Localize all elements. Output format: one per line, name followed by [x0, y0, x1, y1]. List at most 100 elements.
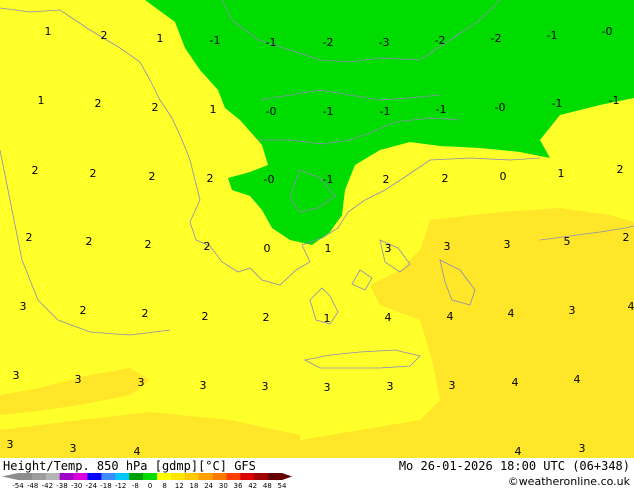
- temperature-label: -1: [547, 29, 558, 42]
- temperature-label: 2: [442, 172, 449, 185]
- colorbar-tick-label: 0: [148, 482, 152, 490]
- temperature-label: -1: [323, 173, 334, 186]
- colorbar-tick-label: -18: [100, 482, 111, 490]
- temperature-label: 4: [628, 300, 634, 313]
- colorbar-swatch: [184, 473, 199, 480]
- colorbar: -54 -48 -42 -38 -30 -24 -18 -12 -8 0 8 12 18 24 30 36 42…: [2, 473, 292, 490]
- temperature-label: 2: [149, 170, 156, 183]
- valid-datetime: Mo 26-01-2026 18:00 UTC (06+348): [398, 459, 630, 473]
- temperature-map: 1 2 1 -1 -1 -2 -3 -2 -2 -1 -0 1 2 2 1 -0 -1 -1 -1 -0 -1 -1 2 2 2…: [0, 0, 634, 458]
- temperature-label: -0: [266, 105, 277, 118]
- temperature-label: 2: [101, 29, 108, 42]
- temperature-label: -1: [210, 34, 221, 47]
- temperature-label: 2: [204, 240, 211, 253]
- temperature-label: 2: [617, 163, 624, 176]
- colorbar-swatch: [59, 473, 74, 480]
- temperature-label: 4: [574, 373, 581, 386]
- colorbar-swatch: [143, 473, 158, 480]
- temperature-label: -1: [266, 36, 277, 49]
- temperature-label: 2: [202, 310, 209, 323]
- credit-link[interactable]: ©weatheronline.co.uk: [508, 475, 630, 488]
- temperature-label: 2: [32, 164, 39, 177]
- temperature-label: -0: [495, 101, 506, 114]
- colorbar-swatch: [87, 473, 102, 480]
- colorbar-tick-label: 8: [162, 482, 166, 490]
- temperature-label: -0: [264, 173, 275, 186]
- colorbar-swatch: [212, 473, 227, 480]
- temperature-label: 2: [145, 238, 152, 251]
- temperature-label: 3: [200, 379, 207, 392]
- temperature-label: 4: [447, 310, 454, 323]
- colorbar-swatch: [115, 473, 130, 480]
- temperature-label: -1: [609, 94, 620, 107]
- temperature-label: 3: [387, 380, 394, 393]
- temperature-label: 1: [558, 167, 565, 180]
- temperature-label: 2: [142, 307, 149, 320]
- temperature-label: 2: [207, 172, 214, 185]
- colorbar-tick-label: -8: [132, 482, 139, 490]
- temperature-label: 3: [20, 300, 27, 313]
- colorbar-swatch: [240, 473, 255, 480]
- temperature-label: 2: [263, 311, 270, 324]
- colorbar-tick-label: 24: [204, 482, 213, 490]
- temperature-label: 2: [383, 173, 390, 186]
- colorbar-swatch: [226, 473, 241, 480]
- colorbar-tick-label: -54: [12, 482, 24, 490]
- colorbar-swatch: [18, 473, 33, 480]
- colorbar-swatch: [31, 473, 47, 480]
- temperature-label: 1: [325, 242, 332, 255]
- colorbar-tick-label: 12: [175, 482, 184, 490]
- temperature-label: 1: [324, 312, 331, 325]
- colorbar-tick-label: 36: [234, 482, 243, 490]
- colorbar-swatch: [156, 473, 172, 480]
- colorbar-tick-label: -42: [42, 482, 53, 490]
- temperature-label: 3: [324, 381, 331, 394]
- temperature-label: 4: [508, 307, 515, 320]
- colorbar-swatch: [254, 473, 269, 480]
- temperature-label: 2: [86, 235, 93, 248]
- colorbar-swatch: [268, 473, 283, 480]
- temperature-label: 2: [80, 304, 87, 317]
- temperature-label: 1: [157, 32, 164, 45]
- temperature-label: 2: [95, 97, 102, 110]
- temperature-label: 4: [512, 376, 519, 389]
- temperature-label: 3: [75, 373, 82, 386]
- temperature-label: 3: [504, 238, 511, 251]
- temperature-label: 0: [500, 170, 507, 183]
- temperature-label: -2: [435, 34, 446, 47]
- colorbar-tick-label: -38: [56, 482, 67, 490]
- colorbar-tick-label: 30: [219, 482, 228, 490]
- temperature-label: 3: [13, 369, 20, 382]
- temperature-label: 1: [45, 25, 52, 38]
- temperature-label: -2: [323, 36, 334, 49]
- temperature-label: 3: [138, 376, 145, 389]
- temperature-label: 3: [569, 304, 576, 317]
- colorbar-swatch: [101, 473, 116, 480]
- colorbar-tick-label: -12: [115, 482, 126, 490]
- temperature-label: 1: [210, 103, 217, 116]
- temperature-label: 2: [623, 231, 630, 244]
- temperature-label: -1: [436, 103, 447, 116]
- temperature-label: 2: [26, 231, 33, 244]
- temperature-label: -1: [552, 97, 563, 110]
- colorbar-arrow-left: [2, 473, 18, 480]
- temperature-label: -3: [379, 36, 390, 49]
- colorbar-tick-label: 18: [190, 482, 199, 490]
- colorbar-tick-label: 48: [263, 482, 272, 490]
- temperature-label: 1: [38, 94, 45, 107]
- temperature-label: -1: [323, 105, 334, 118]
- colorbar-swatch: [170, 473, 186, 480]
- temperature-label: -2: [491, 32, 502, 45]
- temperature-label: 3: [7, 438, 14, 451]
- temperature-label: 0: [264, 242, 271, 255]
- temperature-label: 3: [385, 242, 392, 255]
- temperature-label: 3: [579, 442, 586, 455]
- colorbar-arrow-right: [282, 473, 292, 480]
- colorbar-tick-label: -24: [86, 482, 98, 490]
- temperature-label: 4: [515, 445, 522, 458]
- temperature-label: 5: [564, 235, 571, 248]
- colorbar-swatch: [129, 473, 144, 480]
- colorbar-swatch: [45, 473, 60, 480]
- temperature-label: -1: [380, 105, 391, 118]
- colorbar-tick-label: -48: [27, 482, 38, 490]
